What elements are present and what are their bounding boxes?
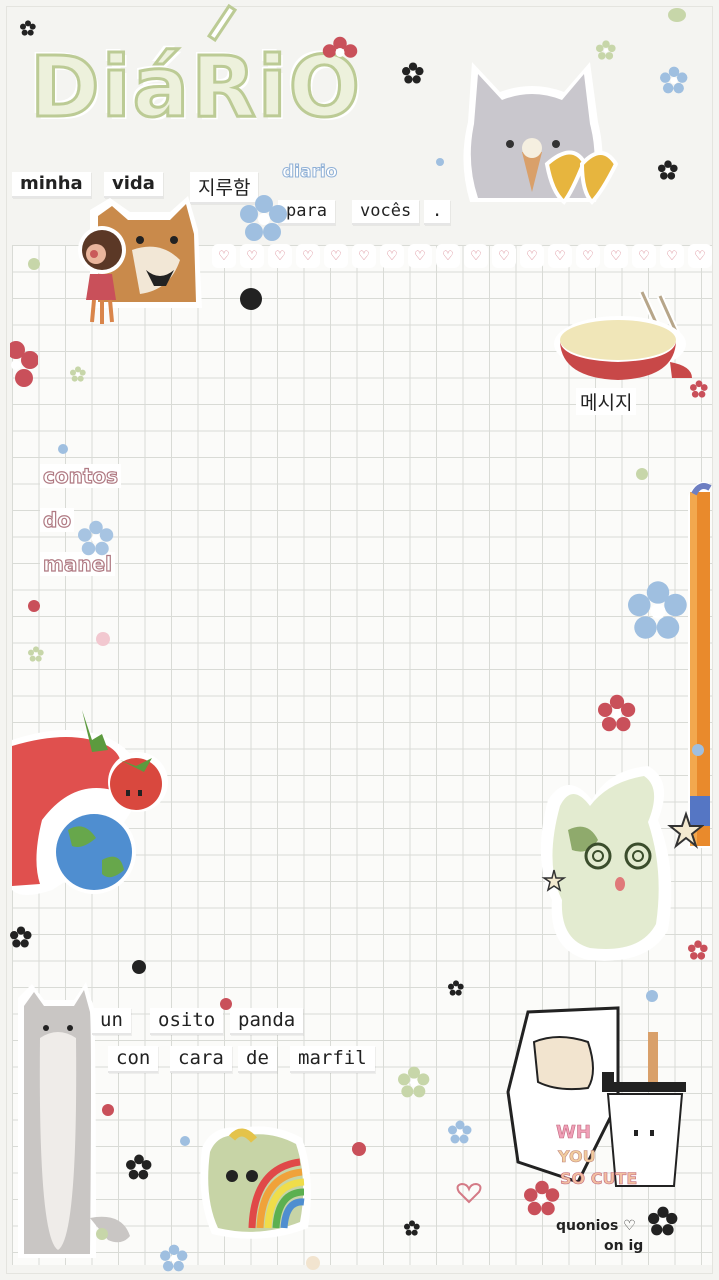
dot-icon	[96, 1228, 108, 1240]
flower-icon	[126, 1154, 152, 1180]
dot-icon	[132, 960, 146, 974]
flower-icon	[658, 160, 678, 180]
credit-line-1: quonios ♡	[556, 1218, 636, 1234]
dot-icon	[352, 1142, 366, 1156]
dot-icon	[636, 468, 648, 480]
korean-label: 메시지	[576, 388, 637, 415]
pusheen-sticker	[463, 62, 619, 205]
heart-icon: ♡	[408, 244, 432, 268]
credit-line-2: on ig	[604, 1238, 644, 1254]
flower-icon	[648, 1206, 678, 1236]
dot-icon	[96, 632, 110, 646]
flower-icon	[10, 341, 38, 387]
heart-icon: ♡	[380, 244, 404, 268]
flower-icon	[402, 62, 424, 84]
heart-icon: ♡	[296, 244, 320, 268]
flower-icon	[322, 36, 358, 58]
side-word-do: do	[40, 507, 75, 533]
flower-icon	[448, 1120, 472, 1144]
heart-icon: ♡	[324, 244, 348, 268]
flower-icon	[160, 1244, 188, 1272]
bunny-sticker	[540, 766, 704, 961]
flower-icon	[10, 926, 32, 948]
flower-icon	[78, 520, 114, 556]
subtitle-word-voces: vocês	[352, 200, 420, 225]
dot-icon	[436, 158, 444, 166]
dot-icon	[668, 8, 686, 22]
cup-text-1: WH	[556, 1122, 591, 1143]
bottom-word-marfil: marfil	[290, 1046, 375, 1073]
flower-icon	[28, 646, 44, 662]
dot-icon	[240, 288, 262, 310]
subtitle-word-period: .	[424, 200, 451, 225]
heart-icon: ♡	[268, 244, 292, 268]
bottom-word-con: con	[108, 1046, 159, 1073]
flower-icon	[628, 581, 687, 639]
flower-icon	[404, 1220, 420, 1236]
heart-icon: ♡	[352, 244, 376, 268]
cup-text-3: SO CUTE	[560, 1169, 637, 1188]
flower-icon	[690, 380, 708, 398]
bottom-word-panda: panda	[230, 1008, 304, 1035]
dot-icon	[220, 998, 232, 1010]
dot-icon	[180, 1136, 190, 1146]
dot-icon	[28, 600, 40, 612]
flower-icon	[596, 40, 616, 60]
heart-strip: ♡ ♡ ♡ ♡ ♡ ♡ ♡ ♡ ♡ ♡ ♡ ♡ ♡ ♡ ♡ ♡ ♡ ♡	[212, 244, 712, 270]
flower-icon	[688, 940, 708, 960]
heart-icon: ♡	[492, 244, 516, 268]
bottom-word-osito: osito	[150, 1008, 224, 1035]
bottom-word-cara: cara	[170, 1046, 232, 1073]
dot-icon	[692, 744, 704, 756]
flower-icon	[70, 366, 86, 382]
strawberry-earth-tomato-sticker	[12, 710, 168, 895]
dot-icon	[646, 990, 658, 1002]
flower-icon	[448, 980, 464, 996]
accent-mark-icon	[206, 3, 237, 42]
tag-diario: diario	[281, 162, 338, 183]
heart-icon: ♡	[548, 244, 572, 268]
cup-text-2: YOU	[557, 1147, 596, 1166]
flower-icon	[240, 195, 287, 241]
toast-sticker	[200, 1126, 311, 1239]
heart-icon: ♡	[660, 244, 684, 268]
bottom-word-un: un	[92, 1008, 131, 1035]
dot-icon	[28, 258, 40, 270]
heart-icon: ♡	[464, 244, 488, 268]
heart-icon: ♡	[576, 244, 600, 268]
heart-icon: ♡	[436, 244, 460, 268]
bottom-word-de: de	[238, 1046, 277, 1073]
flower-icon	[398, 1066, 430, 1098]
heart-icon: ♡	[632, 244, 656, 268]
side-word-contos: contos	[40, 463, 122, 489]
heart-icon: ♡	[240, 244, 264, 268]
fondue-sticker	[554, 290, 692, 380]
flower-icon	[660, 66, 688, 94]
heart-icon: ♡	[212, 244, 236, 268]
dot-icon	[102, 1104, 114, 1116]
page-title: DiáRiO	[28, 37, 363, 138]
flower-icon	[20, 20, 36, 36]
heart-icon: ♡	[604, 244, 628, 268]
dot-icon	[58, 444, 68, 454]
heart-icon: ♡	[520, 244, 544, 268]
flower-icon	[598, 694, 636, 732]
cat-sticker	[78, 196, 202, 324]
heart-icon: ♡	[688, 244, 712, 268]
heart-icon	[456, 1182, 482, 1204]
dot-icon	[306, 1256, 320, 1270]
flower-icon	[524, 1180, 560, 1216]
coffee-cup-sticker: WH YOU SO CUTE	[506, 1006, 686, 1188]
